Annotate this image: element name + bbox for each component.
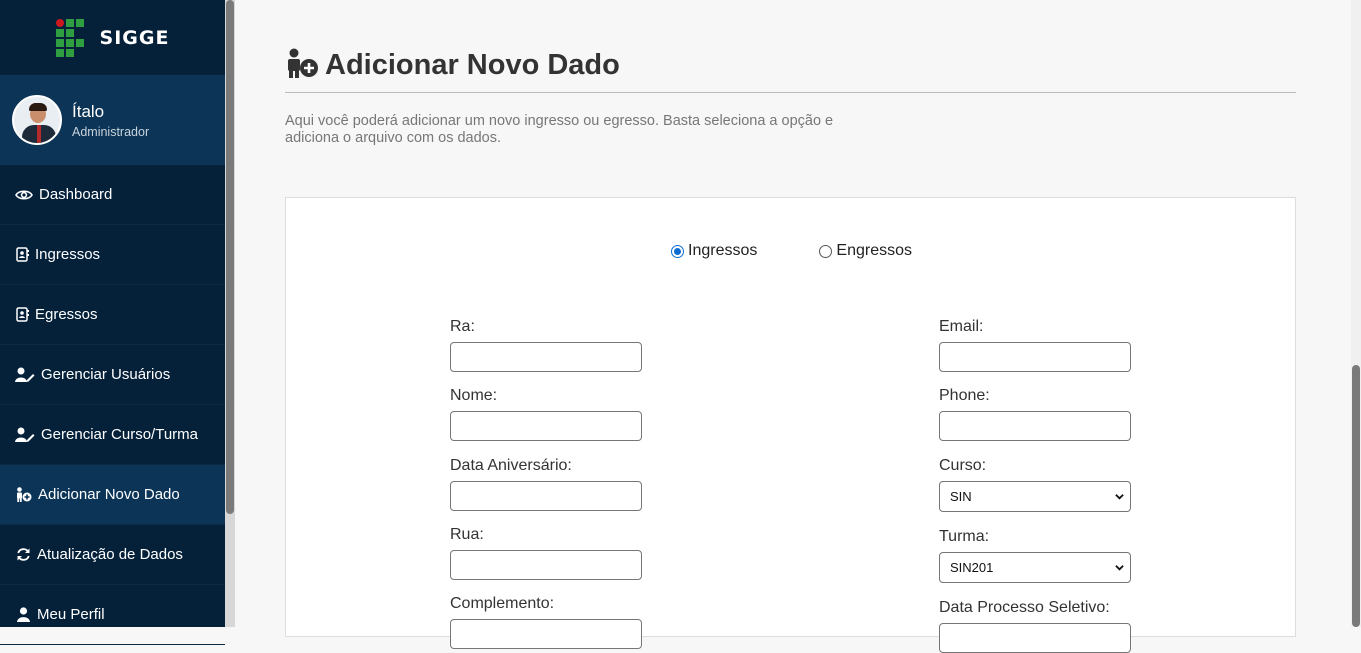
sidebar-item-dashboard[interactable]: Dashboard — [0, 165, 225, 225]
radio-label: Engressos — [836, 242, 912, 259]
radio-checked-icon[interactable] — [671, 244, 685, 258]
turma-field: Turma: SIN201 — [939, 528, 1131, 583]
phone-input[interactable] — [939, 411, 1131, 441]
curso-select[interactable]: SIN — [939, 481, 1131, 512]
turma-select[interactable]: SIN201 — [939, 552, 1131, 583]
sidebar-item-label: Dashboard — [39, 186, 113, 203]
form-card: Ingressos Engressos Ra: Nome: Data Anive… — [285, 197, 1297, 653]
page-description: Aqui você poderá adicionar um novo ingre… — [285, 113, 834, 146]
sidebar-scrollbar-thumb[interactable] — [226, 0, 234, 514]
data-processo-seletivo-field: Data Processo Seletivo: — [939, 599, 1131, 653]
ra-input[interactable] — [450, 342, 642, 372]
radio-ingressos[interactable]: Ingressos — [671, 242, 757, 260]
user-role: Administrador — [72, 124, 150, 139]
radio-unchecked-icon[interactable] — [819, 244, 833, 258]
title-divider — [285, 92, 1296, 93]
type-radio-group: Ingressos Engressos — [286, 242, 1297, 260]
rua-field: Rua: — [450, 526, 642, 580]
eye-icon — [15, 187, 33, 203]
data-aniversario-label: Data Aniversário: — [450, 457, 572, 474]
sidebar-item-adicionar-novo-dado[interactable]: Adicionar Novo Dado — [0, 465, 225, 525]
nome-field: Nome: — [450, 387, 642, 441]
turma-selected-value: SIN201 — [950, 560, 994, 575]
sidebar-item-meu-perfil[interactable]: Meu Perfil — [0, 585, 225, 645]
page-scrollbar-thumb[interactable] — [1352, 365, 1360, 627]
user-add-icon — [15, 487, 32, 503]
ifsp-logo-icon — [55, 18, 84, 57]
email-field: Email: — [939, 318, 1131, 372]
user-edit-icon — [15, 427, 35, 443]
brand[interactable]: SIGGE — [0, 0, 225, 75]
user-add-icon — [285, 46, 319, 85]
user-profile[interactable]: Ítalo Administrador — [0, 75, 225, 165]
curso-selected-value: SIN — [950, 489, 972, 504]
contact-book-icon — [15, 307, 29, 323]
phone-label: Phone: — [939, 387, 990, 404]
sidebar-item-label: Gerenciar Curso/Turma — [41, 426, 198, 443]
nome-label: Nome: — [450, 387, 498, 404]
rua-label: Rua: — [450, 526, 484, 543]
user-name: Ítalo — [72, 101, 105, 121]
curso-field: Curso: SIN — [939, 457, 1131, 512]
phone-field: Phone: — [939, 387, 1131, 441]
user-edit-icon — [15, 367, 35, 383]
data-processo-seletivo-input[interactable] — [939, 623, 1131, 653]
turma-label: Turma: — [939, 528, 990, 545]
page-title: Adicionar Novo Dado — [325, 49, 620, 81]
contact-book-icon — [15, 247, 29, 263]
data-aniversario-input[interactable] — [450, 481, 642, 511]
sidebar-item-label: Adicionar Novo Dado — [38, 486, 180, 503]
sidebar-item-label: Atualização de Dados — [37, 546, 183, 563]
radio-engressos[interactable]: Engressos — [819, 242, 912, 260]
sync-icon — [15, 547, 31, 563]
radio-label: Ingressos — [688, 242, 758, 259]
sidebar: SIGGE Ítalo Administrador Dashboard Ingr… — [0, 0, 225, 645]
user-icon — [15, 607, 31, 623]
email-label: Email: — [939, 318, 984, 335]
page-header: Adicionar Novo Dado — [285, 46, 620, 85]
sidebar-item-label: Meu Perfil — [37, 606, 105, 623]
chevron-down-icon — [1115, 565, 1124, 571]
sidebar-item-label: Egressos — [35, 306, 98, 323]
sidebar-item-gerenciar-usuarios[interactable]: Gerenciar Usuários — [0, 345, 225, 405]
complemento-label: Complemento: — [450, 595, 555, 612]
chevron-down-icon — [1115, 494, 1124, 500]
email-input[interactable] — [939, 342, 1131, 372]
sidebar-item-atualizacao-de-dados[interactable]: Atualização de Dados — [0, 525, 225, 585]
sidebar-item-ingressos[interactable]: Ingressos — [0, 225, 225, 285]
sidebar-item-egressos[interactable]: Egressos — [0, 285, 225, 345]
sidebar-item-label: Ingressos — [35, 246, 101, 263]
curso-label: Curso: — [939, 457, 987, 474]
avatar — [12, 95, 62, 145]
brand-name: SIGGE — [99, 26, 170, 49]
rua-input[interactable] — [450, 550, 642, 580]
data-aniversario-field: Data Aniversário: — [450, 457, 642, 511]
complemento-field: Complemento: — [450, 595, 642, 649]
nome-input[interactable] — [450, 411, 642, 441]
data-processo-seletivo-label: Data Processo Seletivo: — [939, 599, 1110, 616]
complemento-input[interactable] — [450, 619, 642, 649]
sidebar-item-label: Gerenciar Usuários — [41, 366, 171, 383]
ra-label: Ra: — [450, 318, 475, 335]
ra-field: Ra: — [450, 318, 642, 372]
sidebar-item-gerenciar-curso-turma[interactable]: Gerenciar Curso/Turma — [0, 405, 225, 465]
